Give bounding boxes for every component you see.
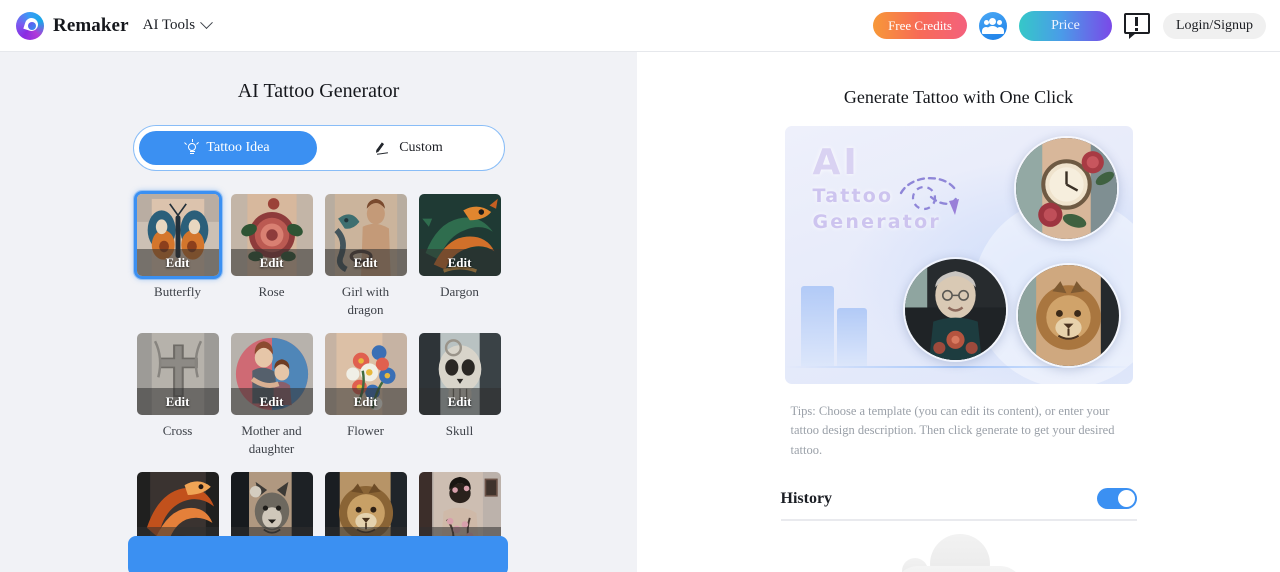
tab-tattoo-idea-label: Tattoo Idea (206, 140, 270, 155)
banner-headline: AI (812, 142, 860, 183)
template-cell: Edit Flower (322, 330, 410, 457)
speech-bubble-exclamation-icon[interactable] (1123, 13, 1151, 39)
pencil-edit-icon (376, 141, 391, 156)
header-actions: Free Credits Price Login/Signup (873, 10, 1266, 41)
template-thumb-flower-back-tattoo[interactable]: Edit (322, 330, 410, 418)
history-toggle-knob (1117, 490, 1135, 508)
history-header: History (780, 488, 1137, 522)
template-cell: Edit Dargon (416, 191, 504, 318)
chevron-down-icon (200, 16, 213, 30)
template-thumb-butterfly-back-tattoo[interactable]: Edit (133, 191, 222, 279)
template-label: Skull (445, 423, 474, 439)
brand-name: Remaker (53, 14, 129, 36)
nav-ai-tools[interactable]: AI Tools (142, 16, 213, 34)
generator-panel: AI Tattoo Generator Tattoo Idea Custom E… (0, 52, 637, 572)
template-label: Girl with dragon (341, 284, 390, 317)
brand[interactable]: Remaker (16, 11, 129, 40)
free-credits-button[interactable]: Free Credits (873, 12, 967, 39)
template-label: Cross (162, 423, 193, 439)
lightbulb-icon (184, 138, 200, 156)
template-label: Rose (258, 284, 285, 299)
login-signup-button[interactable]: Login/Signup (1162, 12, 1266, 39)
template-thumb-dragon-back-tattoo[interactable]: Edit (416, 191, 504, 279)
people-group-icon[interactable] (978, 11, 1007, 40)
template-cell: Edit Rose (228, 191, 316, 318)
history-title: History (780, 489, 833, 507)
template-cell: Edit Cross (134, 330, 222, 457)
template-grid: Edit Butterfly Edit Rose Edit Girl with dra… (129, 191, 509, 572)
banner-building-shape-1 (800, 286, 834, 366)
app-header: Remaker AI Tools Free Credits Price Logi… (0, 0, 1280, 52)
template-cell: Edit Skull (416, 330, 504, 457)
empty-placeholder-illustration-icon (893, 526, 1024, 572)
preview-panel: Generate Tattoo with One Click AI Tattoo… (637, 52, 1280, 572)
template-label: Flower (347, 423, 384, 439)
tab-custom-label: Custom (399, 140, 443, 155)
preview-title: Generate Tattoo with One Click (843, 87, 1074, 107)
page-title: AI Tattoo Generator (237, 80, 400, 102)
template-label: Mother and daughter (241, 423, 302, 456)
template-label: Dargon (440, 284, 479, 299)
template-thumb-cross-back-tattoo[interactable]: Edit (134, 330, 222, 418)
edit-overlay[interactable]: Edit (324, 249, 407, 276)
edit-overlay[interactable]: Edit (230, 388, 313, 416)
price-button[interactable]: Price (1018, 10, 1112, 41)
edit-label: Edit (353, 254, 378, 270)
mode-tab-group: Tattoo Idea Custom (132, 125, 505, 171)
edit-overlay[interactable]: Edit (230, 249, 313, 276)
edit-overlay[interactable]: Edit (418, 388, 501, 416)
template-thumb-girl-dragon-tattoo[interactable]: Edit (322, 191, 410, 279)
template-thumb-skull-arm-tattoo[interactable]: Edit (416, 330, 504, 418)
edit-overlay[interactable]: Edit (418, 249, 501, 276)
banner-building-shape-2 (836, 308, 867, 366)
banner-thumb-lion (1015, 263, 1121, 368)
tips-text: Tips: Choose a template (you can edit it… (790, 404, 1115, 457)
edit-label: Edit (259, 254, 284, 270)
template-cell: Edit Butterfly (133, 191, 222, 318)
edit-label: Edit (353, 393, 378, 409)
template-cell: Edit Mother and daughter (228, 330, 316, 457)
edit-overlay[interactable]: Edit (324, 388, 407, 416)
template-thumb-rose-back-tattoo[interactable]: Edit (228, 191, 316, 279)
edit-label: Edit (165, 254, 190, 270)
nav-ai-tools-label: AI Tools (142, 17, 196, 33)
edit-overlay[interactable]: Edit (136, 388, 219, 416)
edit-label: Edit (259, 393, 284, 409)
remaker-swirl-logo-icon (16, 11, 44, 40)
banner-thumb-clock-roses (1013, 136, 1119, 241)
tab-tattoo-idea[interactable]: Tattoo Idea (138, 131, 317, 165)
promo-banner: AI Tattoo Generator (784, 126, 1133, 384)
main-content: AI Tattoo Generator Tattoo Idea Custom E… (0, 52, 1280, 572)
template-cell: Edit Girl with dragon (322, 191, 410, 318)
generate-button[interactable] (128, 536, 508, 572)
edit-label: Edit (165, 393, 190, 409)
dashed-curved-arrow-icon (899, 176, 959, 215)
template-thumb-mother-daughter-tattoo[interactable]: Edit (228, 330, 316, 418)
history-toggle[interactable] (1096, 488, 1137, 510)
banner-thumb-portrait (902, 257, 1008, 362)
edit-overlay[interactable]: Edit (136, 249, 219, 276)
edit-label: Edit (447, 254, 472, 270)
edit-label: Edit (447, 393, 472, 409)
tab-custom[interactable]: Custom (320, 131, 499, 165)
template-label: Butterfly (154, 284, 201, 299)
